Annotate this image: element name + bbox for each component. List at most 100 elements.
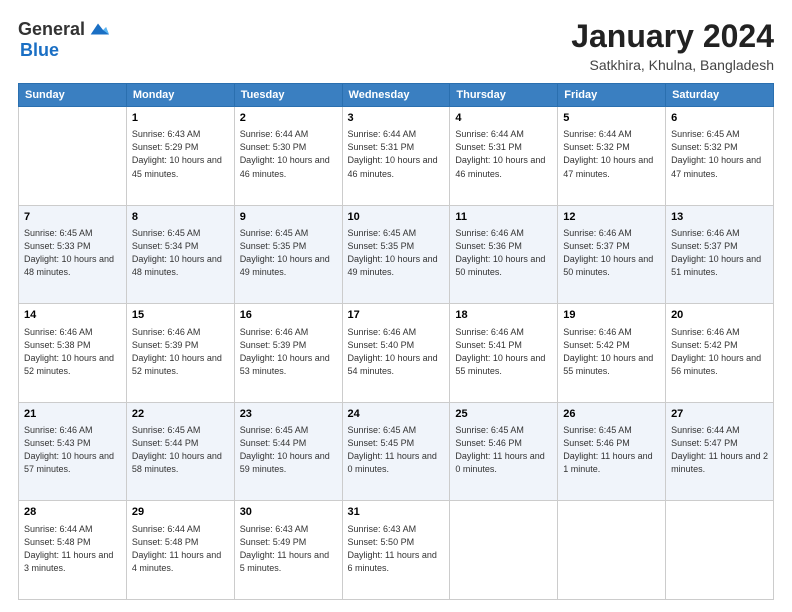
header-day-monday: Monday xyxy=(126,84,234,107)
calendar-cell xyxy=(450,501,558,600)
day-number: 8 xyxy=(132,210,229,225)
day-number: 12 xyxy=(563,210,660,225)
cell-info: Sunrise: 6:45 AMSunset: 5:45 PMDaylight:… xyxy=(348,424,445,476)
calendar-cell: 15 Sunrise: 6:46 AMSunset: 5:39 PMDayligh… xyxy=(126,304,234,403)
calendar-week-row: 21 Sunrise: 6:46 AMSunset: 5:43 PMDayligh… xyxy=(19,402,774,501)
day-number: 24 xyxy=(348,407,445,422)
logo-general-text: General xyxy=(18,19,85,40)
calendar-cell: 28 Sunrise: 6:44 AMSunset: 5:48 PMDayligh… xyxy=(19,501,127,600)
cell-info: Sunrise: 6:46 AMSunset: 5:42 PMDaylight:… xyxy=(563,326,660,378)
day-number: 10 xyxy=(348,210,445,225)
cell-info: Sunrise: 6:45 AMSunset: 5:34 PMDaylight:… xyxy=(132,227,229,279)
header-day-sunday: Sunday xyxy=(19,84,127,107)
day-number: 21 xyxy=(24,407,121,422)
calendar-week-row: 14 Sunrise: 6:46 AMSunset: 5:38 PMDayligh… xyxy=(19,304,774,403)
cell-info: Sunrise: 6:46 AMSunset: 5:42 PMDaylight:… xyxy=(671,326,768,378)
calendar-cell: 17 Sunrise: 6:46 AMSunset: 5:40 PMDayligh… xyxy=(342,304,450,403)
day-number: 14 xyxy=(24,308,121,323)
cell-info: Sunrise: 6:43 AMSunset: 5:29 PMDaylight:… xyxy=(132,128,229,180)
month-title: January 2024 xyxy=(571,18,774,55)
day-number: 17 xyxy=(348,308,445,323)
day-number: 19 xyxy=(563,308,660,323)
cell-info: Sunrise: 6:45 AMSunset: 5:44 PMDaylight:… xyxy=(132,424,229,476)
cell-info: Sunrise: 6:45 AMSunset: 5:35 PMDaylight:… xyxy=(348,227,445,279)
header: General Blue January 2024 Satkhira, Khul… xyxy=(18,18,774,73)
cell-info: Sunrise: 6:44 AMSunset: 5:31 PMDaylight:… xyxy=(455,128,552,180)
cell-info: Sunrise: 6:45 AMSunset: 5:32 PMDaylight:… xyxy=(671,128,768,180)
calendar-cell xyxy=(19,107,127,206)
day-number: 27 xyxy=(671,407,768,422)
cell-info: Sunrise: 6:44 AMSunset: 5:48 PMDaylight:… xyxy=(132,523,229,575)
calendar-cell: 10 Sunrise: 6:45 AMSunset: 5:35 PMDayligh… xyxy=(342,205,450,304)
cell-info: Sunrise: 6:46 AMSunset: 5:37 PMDaylight:… xyxy=(563,227,660,279)
calendar-cell: 22 Sunrise: 6:45 AMSunset: 5:44 PMDayligh… xyxy=(126,402,234,501)
calendar-week-row: 1 Sunrise: 6:43 AMSunset: 5:29 PMDaylight… xyxy=(19,107,774,206)
header-day-saturday: Saturday xyxy=(666,84,774,107)
cell-info: Sunrise: 6:45 AMSunset: 5:46 PMDaylight:… xyxy=(455,424,552,476)
calendar-cell: 20 Sunrise: 6:46 AMSunset: 5:42 PMDayligh… xyxy=(666,304,774,403)
calendar-cell: 11 Sunrise: 6:46 AMSunset: 5:36 PMDayligh… xyxy=(450,205,558,304)
day-number: 23 xyxy=(240,407,337,422)
calendar-cell xyxy=(558,501,666,600)
cell-info: Sunrise: 6:46 AMSunset: 5:43 PMDaylight:… xyxy=(24,424,121,476)
page: General Blue January 2024 Satkhira, Khul… xyxy=(0,0,792,612)
calendar-cell: 12 Sunrise: 6:46 AMSunset: 5:37 PMDayligh… xyxy=(558,205,666,304)
calendar-cell: 31Sunrise: 6:43 AMSunset: 5:50 PMDayligh… xyxy=(342,501,450,600)
calendar-cell: 30 Sunrise: 6:43 AMSunset: 5:49 PMDayligh… xyxy=(234,501,342,600)
calendar-cell: 9Sunrise: 6:45 AMSunset: 5:35 PMDaylight… xyxy=(234,205,342,304)
day-number: 4 xyxy=(455,111,552,126)
logo-icon xyxy=(87,18,109,40)
day-number: 1 xyxy=(132,111,229,126)
calendar-cell: 5Sunrise: 6:44 AMSunset: 5:32 PMDaylight… xyxy=(558,107,666,206)
cell-info: Sunrise: 6:44 AMSunset: 5:31 PMDaylight:… xyxy=(348,128,445,180)
day-number: 2 xyxy=(240,111,337,126)
calendar-cell: 6 Sunrise: 6:45 AMSunset: 5:32 PMDaylight… xyxy=(666,107,774,206)
location: Satkhira, Khulna, Bangladesh xyxy=(571,57,774,73)
day-number: 28 xyxy=(24,505,121,520)
day-number: 30 xyxy=(240,505,337,520)
cell-info: Sunrise: 6:46 AMSunset: 5:39 PMDaylight:… xyxy=(132,326,229,378)
calendar-cell: 25Sunrise: 6:45 AMSunset: 5:46 PMDayligh… xyxy=(450,402,558,501)
header-day-wednesday: Wednesday xyxy=(342,84,450,107)
calendar-cell: 18Sunrise: 6:46 AMSunset: 5:41 PMDayligh… xyxy=(450,304,558,403)
cell-info: Sunrise: 6:46 AMSunset: 5:39 PMDaylight:… xyxy=(240,326,337,378)
calendar-table: SundayMondayTuesdayWednesdayThursdayFrid… xyxy=(18,83,774,600)
calendar-cell: 1 Sunrise: 6:43 AMSunset: 5:29 PMDaylight… xyxy=(126,107,234,206)
cell-info: Sunrise: 6:46 AMSunset: 5:38 PMDaylight:… xyxy=(24,326,121,378)
calendar-cell: 26Sunrise: 6:45 AMSunset: 5:46 PMDayligh… xyxy=(558,402,666,501)
logo-blue-text: Blue xyxy=(20,40,59,61)
cell-info: Sunrise: 6:45 AMSunset: 5:33 PMDaylight:… xyxy=(24,227,121,279)
calendar-cell: 7 Sunrise: 6:45 AMSunset: 5:33 PMDaylight… xyxy=(19,205,127,304)
logo-text: General xyxy=(18,18,109,40)
cell-info: Sunrise: 6:46 AMSunset: 5:36 PMDaylight:… xyxy=(455,227,552,279)
day-number: 5 xyxy=(563,111,660,126)
day-number: 22 xyxy=(132,407,229,422)
day-number: 13 xyxy=(671,210,768,225)
calendar-cell: 29Sunrise: 6:44 AMSunset: 5:48 PMDayligh… xyxy=(126,501,234,600)
day-number: 31 xyxy=(348,505,445,520)
cell-info: Sunrise: 6:44 AMSunset: 5:48 PMDaylight:… xyxy=(24,523,121,575)
day-number: 20 xyxy=(671,308,768,323)
logo: General Blue xyxy=(18,18,109,61)
calendar-cell: 23Sunrise: 6:45 AMSunset: 5:44 PMDayligh… xyxy=(234,402,342,501)
header-day-friday: Friday xyxy=(558,84,666,107)
day-number: 11 xyxy=(455,210,552,225)
calendar-cell: 19 Sunrise: 6:46 AMSunset: 5:42 PMDayligh… xyxy=(558,304,666,403)
day-number: 15 xyxy=(132,308,229,323)
cell-info: Sunrise: 6:44 AMSunset: 5:47 PMDaylight:… xyxy=(671,424,768,476)
cell-info: Sunrise: 6:46 AMSunset: 5:41 PMDaylight:… xyxy=(455,326,552,378)
cell-info: Sunrise: 6:43 AMSunset: 5:49 PMDaylight:… xyxy=(240,523,337,575)
day-number: 3 xyxy=(348,111,445,126)
calendar-cell: 24 Sunrise: 6:45 AMSunset: 5:45 PMDayligh… xyxy=(342,402,450,501)
day-number: 6 xyxy=(671,111,768,126)
title-block: January 2024 Satkhira, Khulna, Banglades… xyxy=(571,18,774,73)
day-number: 7 xyxy=(24,210,121,225)
calendar-week-row: 7 Sunrise: 6:45 AMSunset: 5:33 PMDaylight… xyxy=(19,205,774,304)
cell-info: Sunrise: 6:45 AMSunset: 5:46 PMDaylight:… xyxy=(563,424,660,476)
calendar-cell: 16Sunrise: 6:46 AMSunset: 5:39 PMDayligh… xyxy=(234,304,342,403)
cell-info: Sunrise: 6:45 AMSunset: 5:35 PMDaylight:… xyxy=(240,227,337,279)
cell-info: Sunrise: 6:46 AMSunset: 5:40 PMDaylight:… xyxy=(348,326,445,378)
calendar-cell: 8 Sunrise: 6:45 AMSunset: 5:34 PMDaylight… xyxy=(126,205,234,304)
calendar-cell: 2Sunrise: 6:44 AMSunset: 5:30 PMDaylight… xyxy=(234,107,342,206)
calendar-cell: 3 Sunrise: 6:44 AMSunset: 5:31 PMDaylight… xyxy=(342,107,450,206)
